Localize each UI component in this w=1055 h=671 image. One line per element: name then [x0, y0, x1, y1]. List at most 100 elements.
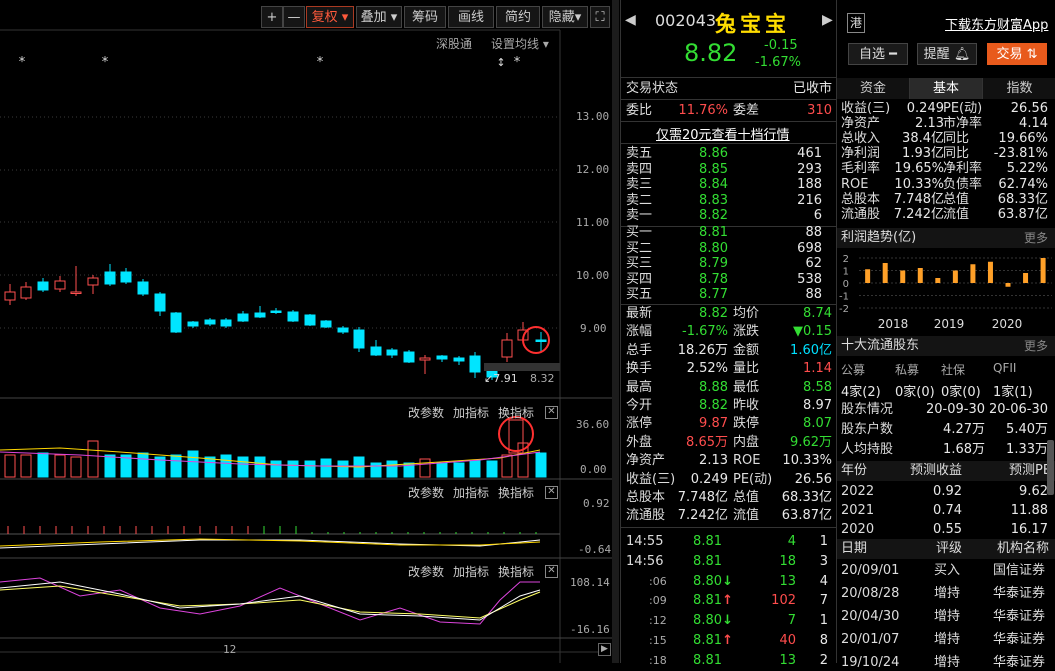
buy-price: 8.80	[699, 240, 728, 256]
stat-row: 涨幅 -1.67% 涨跌 ▼0.15	[621, 323, 836, 340]
stat-value: 18.26万	[677, 342, 728, 358]
stat-row: 外盘 8.65万 内盘 9.62万	[621, 434, 836, 451]
forecast-eps: 0.55	[933, 522, 962, 537]
fund-row: 总股本 7.748亿 总值 68.33亿	[837, 192, 1055, 207]
chouma-button[interactable]: 筹码	[404, 6, 446, 28]
zoom-out-button[interactable]: —	[283, 6, 305, 28]
rating-org: 华泰证券	[993, 632, 1046, 647]
kdj-add-indicator-button[interactable]: 加指标	[453, 563, 489, 580]
close-icon[interactable]: ✕	[545, 565, 558, 578]
buy-price: 8.77	[699, 287, 728, 302]
macd-add-indicator-button[interactable]: 加指标	[453, 484, 489, 501]
volume-bar	[254, 456, 266, 478]
stat-value: 2.13	[699, 453, 728, 469]
stat-row: 净资产 2.13 ROE 10.33%	[621, 452, 836, 469]
f10-scrollbar[interactable]	[1047, 440, 1054, 495]
reminder-button[interactable]: 提醒 🔔︎	[917, 43, 977, 65]
f10-panel: 港 下载东方财富App 自选 ━ 提醒 🔔︎ 交易 ⇅ 资金 基本 指数 收益(…	[836, 0, 1055, 670]
fund-value: 1.93亿	[902, 146, 944, 162]
tick-price: 8.80	[693, 573, 722, 589]
shengutong-label[interactable]: 深股通	[436, 35, 472, 52]
fullscreen-icon[interactable]: ⛶	[590, 6, 610, 28]
candle-body	[37, 281, 49, 291]
kdj-switch-indicator-button[interactable]: 换指标	[498, 563, 534, 580]
vol-switch-indicator-button[interactable]: 换指标	[498, 404, 534, 421]
bell-icon: 🔔︎	[949, 47, 971, 62]
hk-badge[interactable]: 港	[847, 13, 865, 33]
rating-row[interactable]: 20/09/01 买入 国信证券	[837, 562, 1055, 579]
fund-row: 流通股 7.242亿 流值 63.87亿	[837, 207, 1055, 222]
holder-row-label: 股东户数	[841, 422, 894, 437]
rating-row[interactable]: 20/04/30 增持 华泰证券	[837, 608, 1055, 625]
kdj-change-param-button[interactable]: 改参数	[408, 563, 444, 580]
scroll-right-icon[interactable]: ▶	[598, 643, 611, 656]
weibi-label: 委比	[626, 103, 653, 118]
fund-label: 净利润	[841, 146, 881, 162]
holders-more-link[interactable]: 更多	[1024, 336, 1048, 356]
stat-label: 流值	[733, 508, 760, 524]
level2-promo-link[interactable]: 仅需20元查看十档行情	[656, 124, 790, 143]
trade-button[interactable]: 交易 ⇅	[987, 43, 1047, 65]
stat-value: 1.14	[803, 361, 832, 377]
tick-price: 8.81	[693, 593, 722, 609]
jianyue-button[interactable]: 简约	[496, 6, 540, 28]
stat-label: 总股本	[626, 490, 666, 505]
tick-time: :15	[649, 634, 667, 647]
volume-bar	[436, 462, 448, 478]
fund-value: 62.74%	[998, 176, 1048, 192]
candle-body	[204, 319, 216, 325]
huaxian-button[interactable]: 画线	[448, 6, 494, 28]
fund-label: 流值	[943, 206, 970, 222]
ratings-col-date: 日期	[841, 541, 868, 556]
vol-change-param-button[interactable]: 改参数	[408, 404, 444, 421]
kdj-max-label: 108.14	[570, 576, 610, 589]
candle-body	[337, 327, 349, 333]
vol-add-indicator-button[interactable]: 加指标	[453, 404, 489, 421]
profit-y-tick: 0	[843, 279, 849, 290]
add-watchlist-button[interactable]: 自选 ━	[848, 43, 908, 65]
rating-org: 华泰证券	[993, 609, 1046, 624]
price-tick: 11.00	[576, 216, 610, 229]
splitter-bar[interactable]	[612, 0, 619, 663]
yincang-button[interactable]: 隐藏▾	[542, 6, 588, 28]
sell-label: 卖四	[626, 161, 653, 177]
weicha-value: 310	[807, 103, 832, 118]
buy-row: 买三 8.79 62	[621, 256, 836, 271]
tab-zhishu[interactable]: 指数	[983, 78, 1055, 99]
tick-time: :18	[649, 653, 667, 667]
tick-count: 2	[819, 652, 828, 668]
candle-body	[254, 312, 266, 318]
candle-body	[54, 280, 66, 290]
set-ma-button[interactable]: 设置均线 ▾	[491, 35, 549, 52]
download-app-link[interactable]: 下载东方财富App	[945, 14, 1048, 33]
stat-row: 换手 2.52% 量比 1.14	[621, 360, 836, 377]
profit-y-tick: 2	[843, 254, 849, 265]
profit-trend-more-link[interactable]: 更多	[1024, 228, 1048, 248]
macd-switch-indicator-button[interactable]: 换指标	[498, 484, 534, 501]
next-stock-icon[interactable]: ▶	[822, 12, 833, 28]
fuquan-button[interactable]: 复权 ▾	[306, 6, 354, 28]
diejia-button[interactable]: 叠加 ▾	[356, 6, 402, 28]
rating-row[interactable]: 20/01/07 增持 华泰证券	[837, 631, 1055, 648]
profit-bar	[987, 261, 993, 283]
rating-row[interactable]: 20/08/28 增持 华泰证券	[837, 585, 1055, 602]
zoom-in-button[interactable]: +	[261, 6, 283, 28]
kline-chart-area[interactable]: * * * * ↕ + — 复权 ▾ 叠加 ▾ 筹码 画线 简约 隐藏▾ ⛶ 深股通 设…	[0, 0, 612, 663]
stat-value: ▼0.15	[793, 324, 832, 340]
close-icon[interactable]: ✕	[545, 486, 558, 499]
tab-zijin[interactable]: 资金	[837, 78, 910, 99]
holder-row-label: 人均持股	[841, 442, 894, 457]
fund-value: 4.14	[1019, 116, 1048, 132]
tab-jiben[interactable]: 基本	[910, 78, 983, 99]
fund-value: 38.4亿	[902, 131, 944, 147]
prev-stock-icon[interactable]: ◀	[625, 12, 636, 28]
stat-value: 9.62万	[790, 434, 832, 450]
stat-row: 收益(三) 0.249 PE(动) 26.56	[621, 471, 836, 488]
forecast-pe: 9.62	[1019, 484, 1048, 499]
close-icon[interactable]: ✕	[545, 406, 558, 419]
last-price: 8.82	[684, 39, 738, 67]
tick-arrow: ↑	[722, 633, 733, 648]
profit-bar	[970, 264, 976, 283]
tick-time: 14:56	[626, 553, 664, 569]
macd-change-param-button[interactable]: 改参数	[408, 484, 444, 501]
